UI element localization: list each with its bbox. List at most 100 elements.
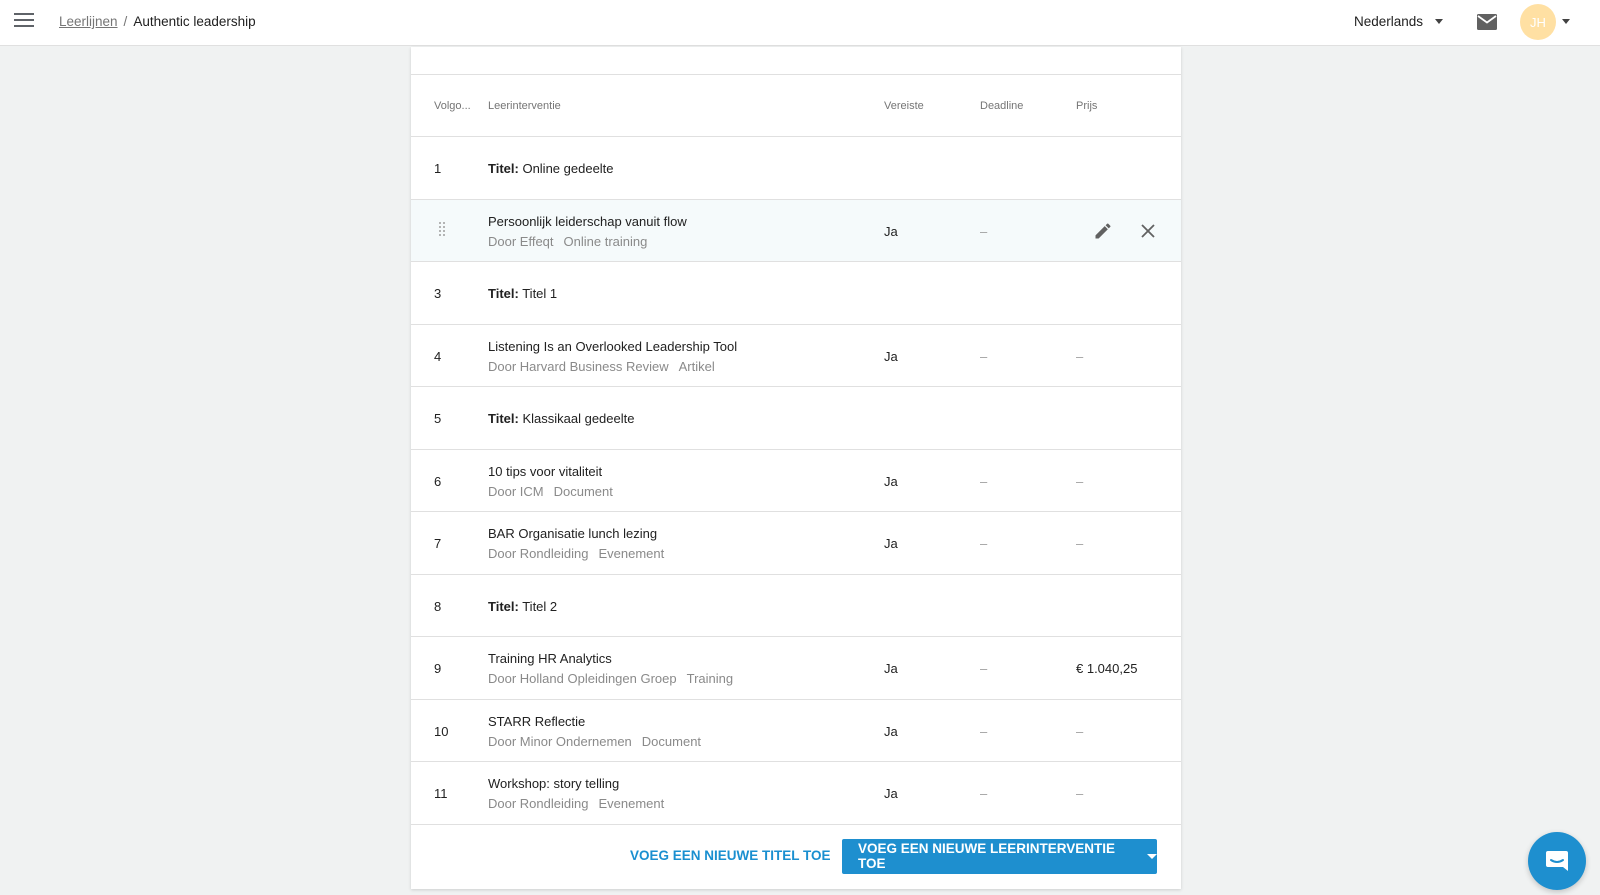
breadcrumb-link-leerlijnen[interactable]: Leerlijnen [59,14,118,29]
card-top-strip [411,47,1181,75]
price-value: – [1076,786,1084,801]
deadline-value: – [980,661,988,676]
deadline-value: – [980,536,988,551]
title-prefix: Titel: [488,161,519,176]
row-number: 7 [434,536,442,551]
intervention-provider: Door Minor Ondernemen [488,733,632,749]
required-value: Ja [884,473,898,489]
add-title-button[interactable]: VOEG EEN NIEUWE TITEL TOE [630,848,831,863]
intervention-provider: Door Effeqt [488,233,554,249]
avatar-chevron-down-icon[interactable] [1562,19,1570,24]
add-intervention-label: VOEG EEN NIEUWE LEERINTERVENTIE TOE [858,841,1116,871]
intervention-title: STARR Reflectie [488,713,586,729]
chat-launcher-button[interactable] [1528,832,1586,890]
table-row[interactable]: 7 BAR Organisatie lunch lezing Door Rond… [411,512,1181,575]
column-header-intervention[interactable]: Leerinterventie [488,100,561,112]
row-number: 11 [434,786,448,801]
hamburger-menu-icon[interactable] [14,13,34,29]
required-value: Ja [884,786,898,801]
row-number: 8 [434,598,442,614]
deadline-value: – [980,473,988,489]
deadline-value: – [980,723,988,739]
intervention-type: Artikel [678,358,715,374]
intervention-provider: Door Holland Opleidingen Groep [488,671,677,686]
intervention-type: Evenement [598,796,665,811]
intervention-title: Workshop: story telling [488,776,620,791]
price-value: – [1076,473,1084,489]
table-row-title[interactable]: 5 Titel: Klassikaal gedeelte [411,387,1181,450]
deadline-value: – [980,223,988,239]
table-row[interactable]: 10 STARR Reflectie Door Minor Ondernemen… [411,700,1181,762]
title-text: Klassikaal gedeelte [522,411,635,426]
language-selector[interactable]: Nederlands [1354,14,1444,29]
intervention-provider: Door Rondleiding [488,546,589,561]
breadcrumb: Leerlijnen / Authentic leadership [59,14,256,29]
intervention-provider: Door Harvard Business Review [488,358,669,374]
required-value: Ja [884,536,898,551]
intervention-title: Listening Is an Overlooked Leadership To… [488,338,738,354]
title-prefix: Titel: [488,286,519,301]
title-text: Titel 1 [522,286,558,301]
table-row-title[interactable]: 8 Titel: Titel 2 [411,575,1181,637]
row-number: 4 [434,348,442,364]
chat-bubble-icon [1546,851,1568,871]
intervention-title: Training HR Analytics [488,651,612,666]
title-text: Titel 2 [522,598,558,614]
table-row[interactable]: 9 Training HR Analytics Door Holland Opl… [411,637,1181,700]
row-title: Titel: Titel 1 [488,286,557,301]
table-header: Volgo... Leerinterventie Vereiste Deadli… [411,75,1181,137]
pencil-icon[interactable] [1093,221,1113,244]
row-title: Titel: Titel 2 [488,599,557,614]
title-prefix: Titel: [488,411,519,426]
breadcrumb-separator: / [123,14,128,29]
language-label: Nederlands [1354,14,1424,29]
required-value: Ja [884,723,898,739]
intervention-type: Document [641,733,702,749]
intervention-type: Document [553,483,613,499]
card-footer: VOEG EEN NIEUWE TITEL TOE VOEG EEN NIEUW… [411,825,1181,887]
table-row[interactable]: Persoonlijk leiderschap vanuit flow Door… [411,199,1181,262]
top-bar: Leerlijnen / Authentic leadership Nederl… [0,0,1600,46]
price-value: € 1.040,25 [1076,661,1138,676]
intervention-meta: Door Rondleiding Evenement [488,796,664,811]
chevron-down-icon [1435,19,1444,24]
close-icon[interactable] [1139,222,1157,243]
title-prefix: Titel: [488,598,519,614]
breadcrumb-current: Authentic leadership [133,14,256,29]
add-intervention-button[interactable]: VOEG EEN NIEUWE LEERINTERVENTIE TOE [842,838,1157,874]
row-number: 5 [434,411,442,426]
table-row[interactable]: 6 10 tips voor vitaliteit Door ICM Docume… [411,450,1181,512]
required-value: Ja [884,661,898,676]
row-number: 1 [434,161,442,176]
column-header-required[interactable]: Vereiste [884,100,924,112]
intervention-meta: Door Minor Ondernemen Document [488,734,701,749]
intervention-title: 10 tips voor vitaliteit [488,463,603,479]
intervention-meta: Door Holland Opleidingen Groep Training [488,671,733,686]
column-header-price[interactable]: Prijs [1076,100,1097,112]
intervention-meta: Door Rondleiding Evenement [488,546,664,561]
price-value: – [1076,723,1084,739]
row-number: 6 [434,473,442,489]
row-number: 10 [434,723,449,739]
intervention-type: Online training [563,233,648,249]
mail-icon[interactable] [1476,13,1498,36]
title-text: Online gedeelte [522,161,614,176]
intervention-meta: Door Effeqt Online training [488,234,687,249]
avatar[interactable]: JH [1520,4,1556,40]
intervention-provider: Door Rondleiding [488,796,589,811]
row-number: 3 [434,286,442,301]
table-row-title[interactable]: 1 Titel: Online gedeelte [411,137,1181,200]
table-row[interactable]: 4 Listening Is an Overlooked Leadership … [411,325,1181,387]
required-value: Ja [884,348,898,364]
intervention-title: BAR Organisatie lunch lezing [488,526,658,541]
table-row-title[interactable]: 3 Titel: Titel 1 [411,262,1181,325]
intervention-title: Persoonlijk leiderschap vanuit flow [488,213,687,229]
intervention-meta: Door Harvard Business Review Artikel [488,359,737,374]
column-header-order[interactable]: Volgo... [434,100,471,112]
row-number: 9 [434,661,442,676]
column-header-deadline[interactable]: Deadline [980,100,1023,112]
required-value: Ja [884,223,898,239]
table-row[interactable]: 11 Workshop: story telling Door Rondleid… [411,762,1181,825]
deadline-value: – [980,786,988,801]
drag-handle-icon[interactable] [439,221,447,238]
